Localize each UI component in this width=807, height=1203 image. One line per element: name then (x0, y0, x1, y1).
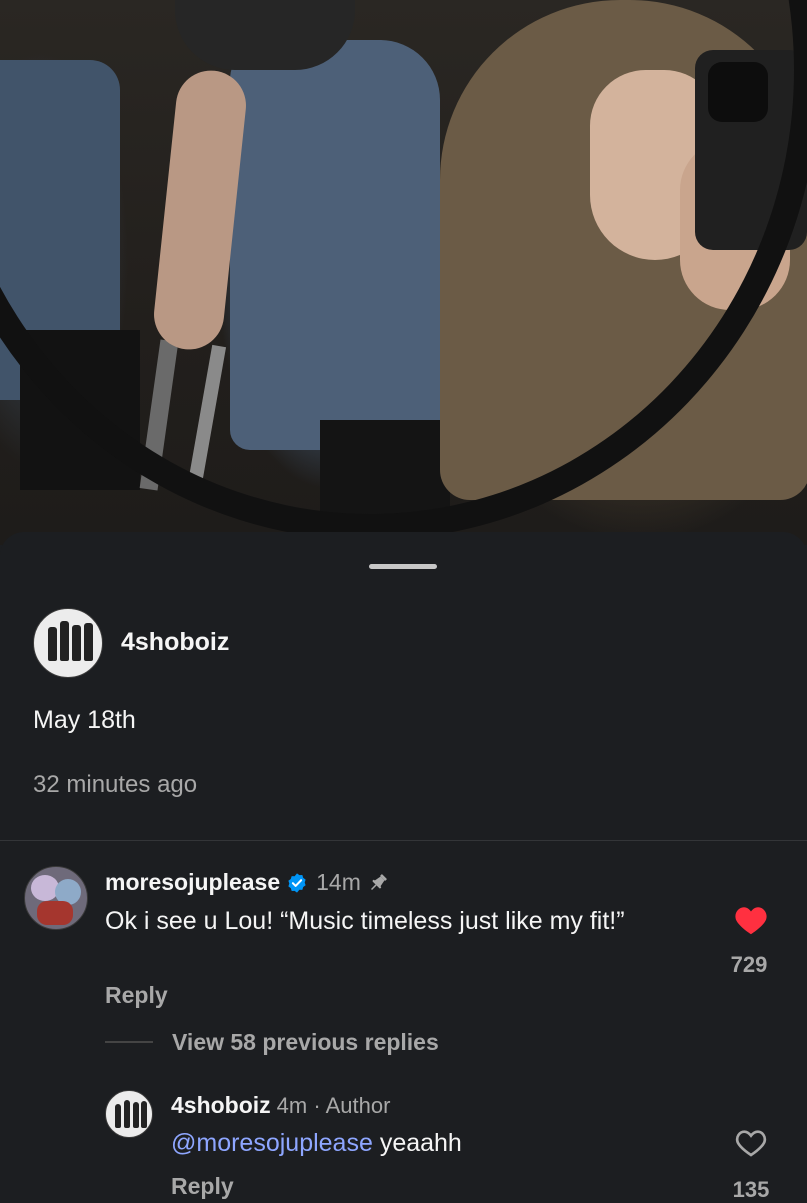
reply-text: @moresojuplease yeaahh (171, 1129, 462, 1158)
comment-header: moresojuplease 14m (105, 869, 389, 896)
mention-link[interactable]: @moresojuplease (171, 1129, 373, 1157)
reply-like-count: 135 (732, 1177, 770, 1202)
heart-outline-icon[interactable] (735, 1128, 767, 1158)
comment-text: Ok i see u Lou! “Music timeless just lik… (105, 907, 625, 935)
comments-sheet: 4shoboiz May 18th 32 minutes ago moresoj… (0, 532, 807, 1202)
sheet-grabber[interactable] (369, 564, 437, 569)
replies-divider (105, 1041, 153, 1043)
comment-like-count: 729 (730, 952, 768, 977)
heart-filled-icon[interactable] (734, 904, 768, 936)
post-username[interactable]: 4shoboiz (121, 628, 229, 657)
pin-icon (370, 873, 387, 890)
avatar-figure (115, 1104, 121, 1128)
avatar-detail (37, 901, 73, 925)
avatar-figure (84, 623, 93, 661)
reply-header: 4shoboiz 4m · Author (171, 1092, 390, 1119)
divider (0, 840, 807, 841)
reply-meta: 4m · Author (276, 1092, 391, 1118)
reply-button[interactable]: Reply (105, 982, 168, 1009)
post-caption: May 18th (33, 706, 136, 734)
reply-avatar[interactable] (105, 1090, 153, 1138)
avatar-figure (72, 625, 81, 661)
verified-icon (288, 872, 306, 893)
avatar-figure (48, 627, 57, 661)
avatar-figure (60, 621, 69, 661)
comment-time: 14m (316, 869, 361, 895)
reply-button[interactable]: Reply (171, 1173, 234, 1200)
commenter-avatar[interactable] (24, 866, 88, 930)
reply-username[interactable]: 4shoboiz (171, 1092, 271, 1119)
comment-username[interactable]: moresojuplease (105, 869, 280, 896)
reply-body: yeaahh (372, 1129, 462, 1157)
post-timestamp: 32 minutes ago (33, 771, 198, 798)
avatar[interactable] (33, 608, 103, 678)
avatar-figure (124, 1100, 130, 1128)
avatar-figure (133, 1102, 139, 1128)
post-photo[interactable] (0, 0, 807, 545)
avatar-figure (141, 1101, 147, 1128)
view-previous-replies-button[interactable]: View 58 previous replies (172, 1029, 439, 1056)
